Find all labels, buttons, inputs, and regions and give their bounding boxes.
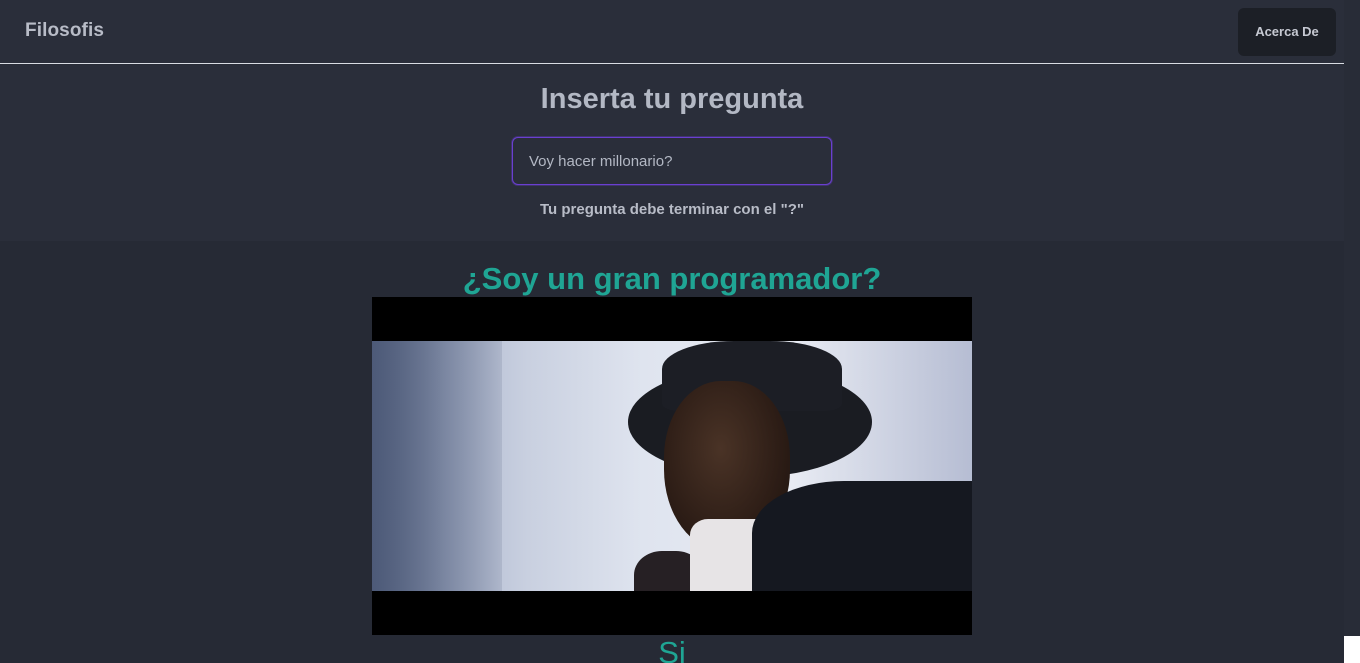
answer-text: Si <box>658 635 686 663</box>
answer-question: ¿Soy un gran programador? <box>462 261 882 296</box>
ask-title: Inserta tu pregunta <box>540 83 804 115</box>
navbar: Filosofis Acerca De <box>0 0 1344 64</box>
answer-section: ¿Soy un gran programador? Si <box>0 241 1344 663</box>
page: Filosofis Acerca De Inserta tu pregunta … <box>0 0 1344 663</box>
about-button[interactable]: Acerca De <box>1238 8 1336 56</box>
question-input[interactable] <box>512 137 832 185</box>
gif-scene <box>372 341 972 591</box>
answer-gif-image <box>372 297 972 635</box>
scrollbar-thumb[interactable] <box>1344 0 1360 636</box>
ask-section: Inserta tu pregunta Tu pregunta debe ter… <box>0 65 1344 241</box>
ask-hint: Tu pregunta debe terminar con el "?" <box>540 201 804 218</box>
brand-logo[interactable]: Filosofis <box>25 20 104 42</box>
